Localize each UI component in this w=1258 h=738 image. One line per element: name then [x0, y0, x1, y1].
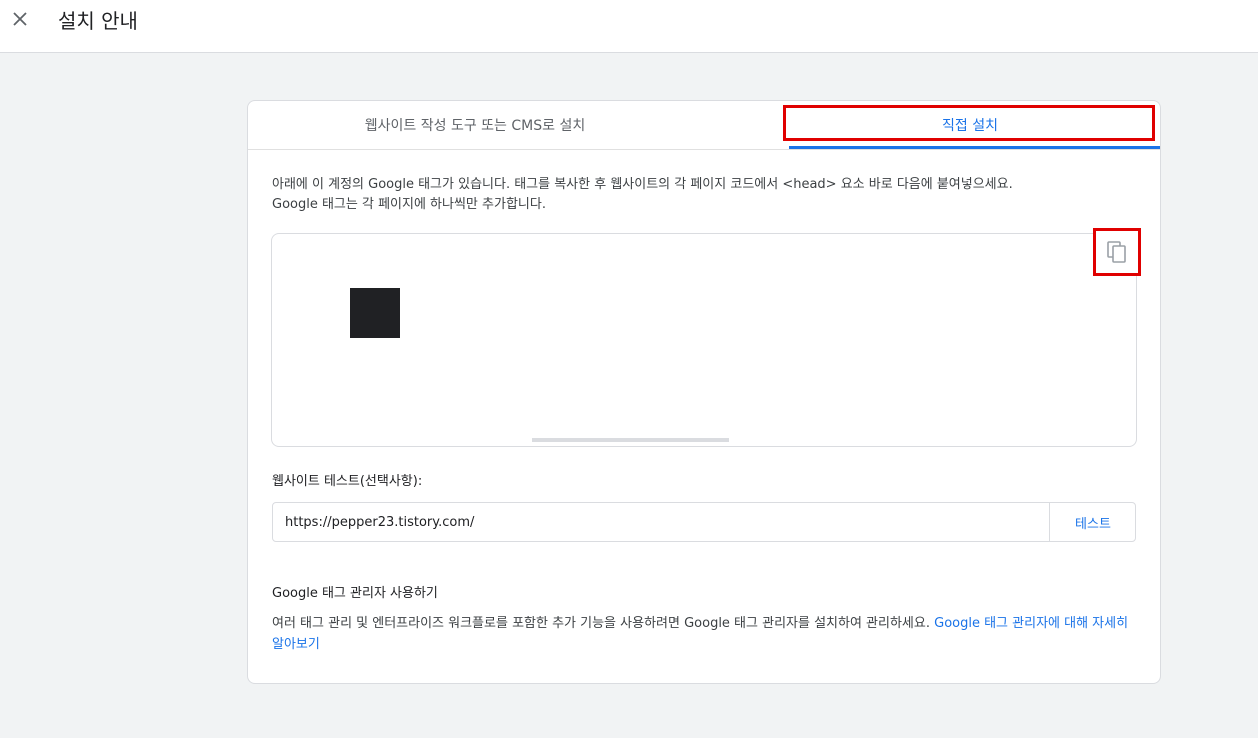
tab-direct-install[interactable]: 직접 설치 [782, 101, 1158, 149]
install-tabs: 웹사이트 작성 도구 또는 CMS로 설치 직접 설치 [248, 101, 1160, 150]
close-icon [13, 12, 27, 26]
tag-code-box[interactable] [271, 228, 1141, 447]
install-instructions: 아래에 이 계정의 Google 태그가 있습니다. 태그를 복사한 후 웹사이… [272, 175, 1136, 215]
tab-active-indicator [789, 146, 1160, 149]
tab-cms-install[interactable]: 웹사이트 작성 도구 또는 CMS로 설치 [248, 101, 702, 149]
copy-icon [1107, 241, 1126, 263]
install-card: 웹사이트 작성 도구 또는 CMS로 설치 직접 설치 아래에 이 계정의 Go… [247, 100, 1161, 684]
page-title: 설치 안내 [58, 9, 138, 33]
code-redacted-block [350, 288, 400, 338]
instructions-line-1: 아래에 이 계정의 Google 태그가 있습니다. 태그를 복사한 후 웹사이… [272, 177, 1013, 192]
instructions-line-2: Google 태그는 각 페이지에 하나씩만 추가합니다. [272, 197, 546, 212]
close-button[interactable] [8, 7, 32, 31]
site-url-input[interactable] [273, 503, 1043, 541]
site-test-label: 웹사이트 테스트(선택사항): [272, 474, 423, 489]
top-bar: 설치 안내 [0, 0, 1258, 53]
gtm-section-description: 여러 태그 관리 및 엔터프라이즈 워크플로를 포함한 추가 기능을 사용하려면… [272, 613, 1138, 655]
site-test-field: 테스트 [272, 502, 1136, 542]
gtm-description-text: 여러 태그 관리 및 엔터프라이즈 워크플로를 포함한 추가 기능을 사용하려면… [272, 616, 935, 631]
copy-button[interactable] [1093, 228, 1141, 276]
gtm-section-title: Google 태그 관리자 사용하기 [272, 586, 438, 601]
test-button[interactable]: 테스트 [1049, 503, 1136, 541]
horizontal-scrollbar[interactable] [532, 438, 729, 442]
